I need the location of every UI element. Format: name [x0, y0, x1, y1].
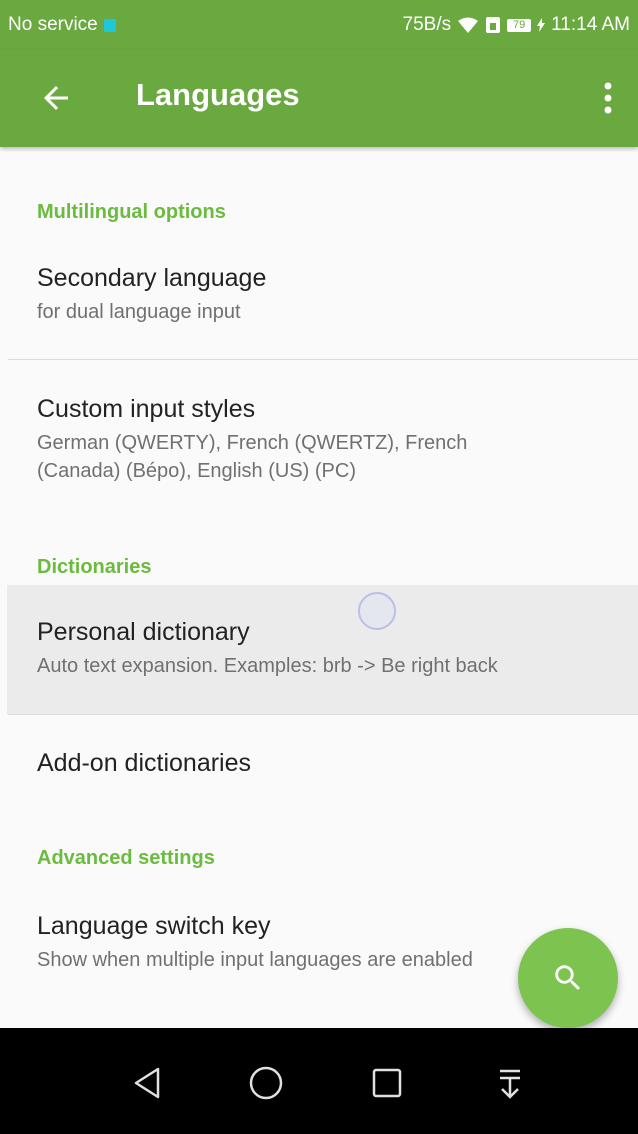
nav-home-button[interactable]: [246, 1063, 286, 1103]
charging-icon: [537, 18, 546, 32]
divider: [8, 359, 638, 360]
pref-title: Secondary language: [37, 264, 267, 292]
nav-back-button[interactable]: [128, 1063, 168, 1103]
back-button[interactable]: [38, 80, 74, 116]
carrier-text: No service: [8, 14, 98, 35]
pull-down-icon: [500, 1069, 520, 1099]
nav-recents-button[interactable]: [367, 1063, 407, 1103]
page-title: Languages: [136, 77, 300, 112]
preferences-list[interactable]: Multilingual options Secondary language …: [0, 147, 638, 1028]
section-header-multilingual: Multilingual options: [37, 201, 226, 223]
pref-custom-input-styles[interactable]: Custom input styles German (QWERTY), Fre…: [0, 393, 638, 523]
pref-title: Add-on dictionaries: [37, 749, 252, 777]
pref-summary: German (QWERTY), French (QWERTZ), French…: [37, 432, 468, 482]
triangle-back-icon: [134, 1067, 160, 1099]
divider: [8, 714, 638, 715]
square-recents-icon: [372, 1068, 402, 1098]
section-header-advanced: Advanced settings: [37, 847, 215, 869]
more-vert-icon: [604, 82, 612, 114]
touch-ripple: [358, 592, 396, 630]
status-right: 75B/s 79 11:14 AM: [403, 14, 630, 36]
pref-title: Personal dictionary: [37, 618, 250, 646]
pref-summary: Show when multiple input languages are e…: [37, 949, 473, 971]
pref-personal-dictionary[interactable]: Personal dictionary Auto text expansion.…: [7, 585, 638, 714]
system-nav-bar: [0, 1028, 638, 1134]
circle-home-icon: [249, 1066, 283, 1100]
app-bar: Languages: [0, 50, 638, 147]
wifi-icon: [458, 17, 479, 33]
pref-summary: for dual language input: [37, 301, 241, 323]
sim-card-icon: [103, 18, 116, 32]
nav-notifications-button[interactable]: [490, 1063, 530, 1103]
search-fab[interactable]: [518, 928, 618, 1028]
pref-secondary-language[interactable]: Secondary language for dual language inp…: [0, 262, 638, 360]
pref-summary: Auto text expansion. Examples: brb -> Be…: [37, 655, 498, 677]
search-icon: [555, 965, 581, 991]
sim-status-icon: [486, 17, 501, 33]
pref-title: Language switch key: [37, 912, 271, 940]
clock: 11:14 AM: [551, 14, 630, 35]
battery-icon: 79: [507, 18, 532, 32]
arrow-back-icon: [44, 86, 68, 110]
status-bar: No service 75B/s 79 11:14 AM: [0, 0, 638, 50]
network-speed: 75B/s: [402, 14, 452, 35]
section-header-dictionaries: Dictionaries: [37, 556, 152, 578]
pref-title: Custom input styles: [37, 395, 256, 423]
status-left: No service: [8, 14, 116, 36]
overflow-menu-button[interactable]: [598, 78, 618, 118]
pref-addon-dictionaries[interactable]: Add-on dictionaries: [0, 747, 638, 817]
